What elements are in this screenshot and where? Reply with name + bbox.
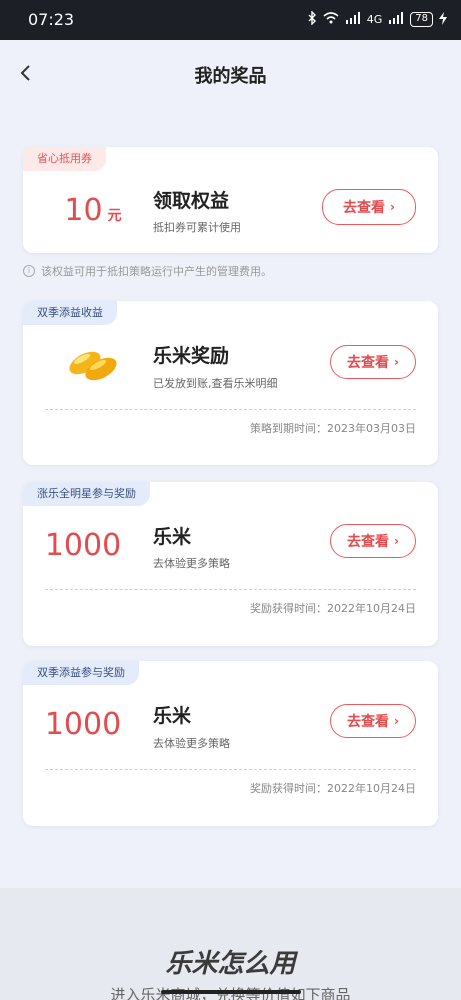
coupon-card: 省心抵用券 10 元 领取权益 抵扣券可累计使用 去查看 › bbox=[23, 147, 438, 253]
home-indicator[interactable] bbox=[160, 990, 301, 994]
date-line: 策略到期时间：2023年03月03日 bbox=[250, 422, 416, 435]
reward-card: 双季添益收益 乐米奖励 已发放到账,查看乐米明细 去查看 › 策略到期时间：20… bbox=[23, 301, 438, 465]
divider bbox=[45, 769, 416, 770]
reward-card: 双季添益参与奖励 1000 乐米 去体验更多策略 去查看 › 奖励获得时间：20… bbox=[23, 661, 438, 826]
view-button-label: 去查看 bbox=[347, 714, 390, 730]
charging-icon bbox=[439, 11, 447, 28]
notice-text: 该权益可用于抵扣策略运行中产生的管理费用。 bbox=[41, 265, 272, 278]
chevron-right-icon: › bbox=[390, 200, 395, 214]
chevron-right-icon: › bbox=[394, 355, 399, 369]
amount-unit: 元 bbox=[107, 208, 122, 224]
notice: i 该权益可用于抵扣策略运行中产生的管理费用。 bbox=[23, 263, 272, 279]
info-icon: i bbox=[23, 265, 35, 277]
status-time: 07:23 bbox=[28, 10, 75, 29]
status-bar: 07:23 4G 78 bbox=[0, 0, 461, 40]
view-button[interactable]: 去查看 › bbox=[330, 345, 416, 379]
chevron-right-icon: › bbox=[394, 714, 399, 728]
card-subtitle: 去体验更多策略 bbox=[153, 557, 230, 570]
card-tag: 双季添益参与奖励 bbox=[23, 661, 139, 685]
card-subtitle: 已发放到账,查看乐米明细 bbox=[153, 377, 278, 390]
amount-number: 10 bbox=[64, 193, 103, 228]
status-icons: 4G 78 bbox=[307, 10, 447, 28]
battery-indicator: 78 bbox=[410, 12, 433, 27]
card-subtitle: 抵扣券可累计使用 bbox=[153, 221, 241, 234]
reward-card: 涨乐全明星参与奖励 1000 乐米 去体验更多策略 去查看 › 奖励获得时间：2… bbox=[23, 482, 438, 646]
usage-section: 乐米怎么用 进入乐米商城，兑换等价值如下商品 bbox=[0, 888, 461, 1000]
amount-number: 1000 bbox=[44, 528, 122, 563]
page-title: 我的奖品 bbox=[194, 66, 267, 87]
section-heading: 乐米怎么用 bbox=[165, 949, 296, 979]
card-tag: 涨乐全明星参与奖励 bbox=[23, 482, 150, 506]
card-title: 领取权益 bbox=[153, 190, 230, 212]
amount-number: 1000 bbox=[44, 707, 122, 742]
view-button-label: 去查看 bbox=[347, 355, 390, 371]
card-title: 乐米 bbox=[153, 526, 192, 548]
signal-icon bbox=[388, 12, 404, 27]
view-button[interactable]: 去查看 › bbox=[330, 704, 416, 738]
view-button-label: 去查看 bbox=[343, 200, 386, 216]
wifi-icon bbox=[323, 12, 339, 27]
network-label: 4G bbox=[366, 13, 383, 26]
card-subtitle: 去体验更多策略 bbox=[153, 737, 230, 750]
card-tag: 省心抵用券 bbox=[23, 147, 106, 171]
card-tag: 双季添益收益 bbox=[23, 301, 117, 325]
card-title: 乐米奖励 bbox=[153, 345, 230, 367]
card-title: 乐米 bbox=[153, 705, 192, 727]
date-line: 奖励获得时间：2022年10月24日 bbox=[250, 782, 416, 795]
view-button-label: 去查看 bbox=[347, 534, 390, 550]
chevron-right-icon: › bbox=[394, 534, 399, 548]
view-button[interactable]: 去查看 › bbox=[322, 189, 416, 225]
view-button[interactable]: 去查看 › bbox=[330, 524, 416, 558]
signal-icon bbox=[345, 12, 361, 27]
app-header: 我的奖品 bbox=[0, 40, 461, 106]
divider bbox=[45, 409, 416, 410]
rice-grain-icon bbox=[63, 341, 123, 387]
date-line: 奖励获得时间：2022年10月24日 bbox=[250, 602, 416, 615]
bluetooth-icon bbox=[307, 10, 317, 28]
divider bbox=[45, 589, 416, 590]
coupon-amount: 10 元 bbox=[43, 193, 143, 228]
